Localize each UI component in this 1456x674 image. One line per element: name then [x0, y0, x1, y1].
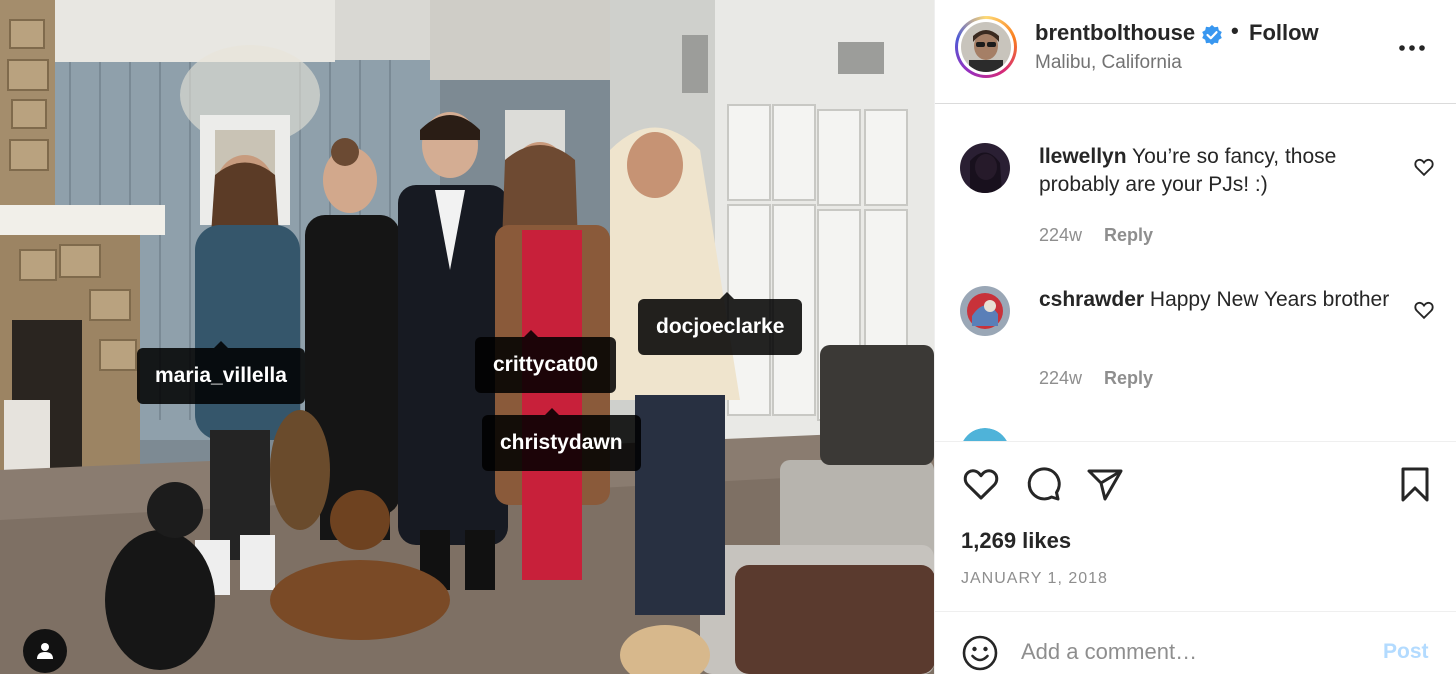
comment-username[interactable]: llewellyn: [1039, 145, 1127, 168]
share-icon[interactable]: [1085, 464, 1125, 504]
comment-username[interactable]: cshrawder: [1039, 288, 1144, 311]
comments-list[interactable]: llewellyn You’re so fancy, those probabl…: [935, 105, 1456, 441]
tagged-users-button[interactable]: [23, 629, 67, 673]
likes-count[interactable]: 1,269 likes: [961, 528, 1071, 554]
post-actions: 1,269 likes JANUARY 1, 2018: [935, 441, 1456, 611]
reply-button[interactable]: Reply: [1104, 368, 1153, 388]
user-icon: [37, 643, 53, 659]
verified-badge-icon: [1202, 25, 1222, 45]
comment-text: cshrawder Happy New Years brother: [1039, 286, 1399, 314]
reply-button[interactable]: Reply: [1104, 225, 1153, 245]
commenter-avatar[interactable]: [960, 428, 1010, 441]
heart-icon[interactable]: [961, 464, 1001, 504]
comment-icon[interactable]: [1023, 464, 1063, 504]
header-separator: •: [1231, 18, 1239, 43]
photo-tag-crittycat00[interactable]: crittycat00: [475, 330, 617, 393]
photo-tag-docjoeclarke[interactable]: docjoeclarke: [638, 292, 803, 355]
post-date: JANUARY 1, 2018: [961, 570, 1108, 587]
photo-tag-christydawn[interactable]: christydawn: [482, 408, 641, 471]
post-header: brentbolthouse • Follow Malibu, Californ…: [935, 0, 1456, 104]
emoji-icon[interactable]: [961, 634, 999, 672]
post-location[interactable]: Malibu, California: [1035, 52, 1182, 74]
comment-text: llewellyn You’re so fancy, those probabl…: [1039, 143, 1399, 199]
commenter-avatar[interactable]: [960, 143, 1010, 193]
author-avatar[interactable]: [955, 16, 1017, 78]
post-comment-button[interactable]: Post: [1383, 640, 1429, 664]
comment-body: Happy New Years brother: [1149, 288, 1390, 311]
comment-age: 224w: [1039, 368, 1083, 388]
photo-tag-maria-villella[interactable]: maria_villella: [137, 341, 305, 404]
post-photo[interactable]: maria_villella crittycat00 christydawn d…: [0, 0, 934, 674]
comment-like-icon[interactable]: [1413, 156, 1435, 178]
comment-meta: 224w Reply: [1039, 368, 1153, 389]
follow-button[interactable]: Follow: [1249, 20, 1319, 46]
author-avatar-image: [961, 22, 1011, 72]
comment-input[interactable]: [1021, 630, 1351, 674]
comment-age: 224w: [1039, 225, 1083, 245]
comment-meta: 224w Reply: [1039, 225, 1153, 246]
more-options-icon[interactable]: [1397, 36, 1427, 56]
commenter-avatar[interactable]: [960, 286, 1010, 336]
author-username[interactable]: brentbolthouse: [1035, 20, 1195, 46]
comment-like-icon[interactable]: [1413, 299, 1435, 321]
post-side-panel: brentbolthouse • Follow Malibu, Californ…: [934, 0, 1456, 674]
bookmark-icon[interactable]: [1395, 464, 1435, 504]
add-comment-bar: Post: [935, 611, 1456, 674]
